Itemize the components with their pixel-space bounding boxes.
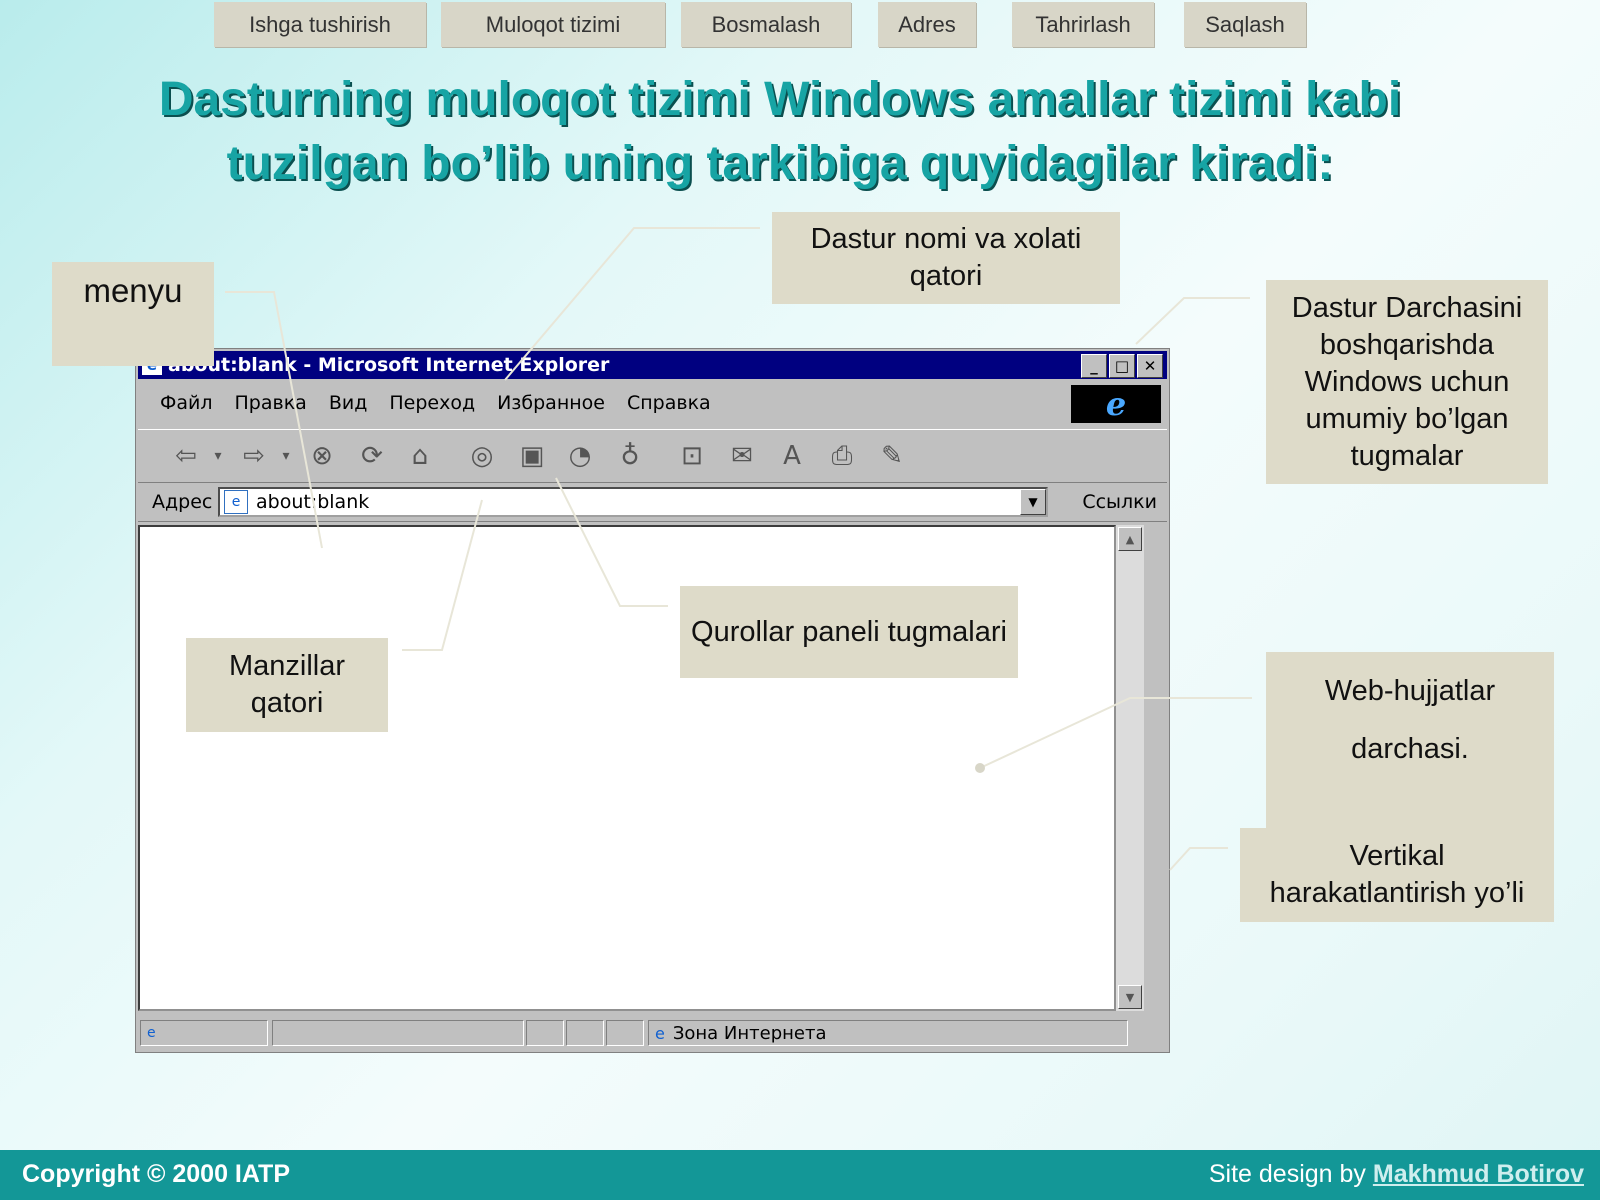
callout-address: Manzillar qatori (186, 638, 388, 732)
ie-status-icon: e (147, 1025, 156, 1041)
status-zone-text: Зона Интернета (672, 1022, 827, 1044)
nav-tahrirlash-button[interactable]: Tahrirlash (1012, 2, 1154, 47)
callout-web-docs: Web-hujjatlar darchasi. (1266, 652, 1554, 832)
menu-item-go[interactable]: Переход (389, 392, 475, 414)
callout-window-controls: Dastur Darchasini boshqarishda Windows u… (1266, 280, 1548, 484)
address-value: about:blank (256, 491, 370, 513)
callout-web-docs-line1: Web-hujjatlar (1324, 675, 1496, 707)
site-design-credit: Site design by Makhmud Botirov (1209, 1160, 1584, 1189)
menu-item-file[interactable]: Файл (160, 392, 213, 414)
browser-window-title: about:blank - Microsoft Internet Explore… (168, 354, 610, 376)
fullscreen-icon[interactable]: ⊡ (674, 438, 710, 474)
maximize-icon[interactable]: □ (1109, 354, 1135, 378)
close-icon[interactable]: ✕ (1137, 354, 1163, 378)
designer-link[interactable]: Makhmud Botirov (1373, 1160, 1584, 1188)
callout-menu: menyu (52, 262, 214, 366)
browser-toolbar: ⇦ ▾ ⇨ ▾ ⊗ ⟳ ⌂ ◎ ▣ ◔ ♁ ⊡ ✉ A ⎙ ✎ (138, 429, 1167, 483)
favorites-icon[interactable]: ▣ (514, 438, 550, 474)
refresh-icon[interactable]: ⟳ (354, 438, 390, 474)
menu-item-favorites[interactable]: Избранное (497, 392, 605, 414)
stop-icon[interactable]: ⊗ (304, 438, 340, 474)
address-label: Адрес (152, 491, 213, 513)
scroll-up-icon[interactable]: ▲ (1118, 527, 1142, 551)
callout-toolbar: Qurollar paneli tugmalari (680, 586, 1018, 678)
status-pane-icon: e (140, 1020, 268, 1046)
browser-menu-bar: Файл Правка Вид Переход Избранное Справк… (138, 382, 1167, 424)
forward-icon[interactable]: ⇨ (236, 438, 272, 474)
callout-title-bar: Dastur nomi va xolati qatori (772, 212, 1120, 304)
mail-icon[interactable]: ✉ (724, 438, 760, 474)
status-pane-zone: e Зона Интернета (648, 1020, 1128, 1046)
nav-adres-button[interactable]: Adres (878, 2, 976, 47)
menu-item-view[interactable]: Вид (329, 392, 368, 414)
nav-muloqot-tizimi-button[interactable]: Muloqot tizimi (441, 2, 665, 47)
design-prefix: Site design by (1208, 1160, 1373, 1188)
font-icon[interactable]: A (774, 438, 810, 474)
nav-bosmalash-button[interactable]: Bosmalash (681, 2, 851, 47)
status-pane-1 (526, 1020, 564, 1046)
scroll-down-icon[interactable]: ▼ (1118, 985, 1142, 1009)
status-pane-text (272, 1020, 524, 1046)
copyright-text: Copyright © 2000 IATP (22, 1160, 291, 1188)
callout-scrollbar: Vertikal harakatlantirish yo’li (1240, 828, 1554, 922)
search-icon[interactable]: ◎ (464, 438, 500, 474)
status-bar: e e Зона Интернета (138, 1016, 1167, 1050)
nav-ishga-tushirish-button[interactable]: Ishga tushirish (214, 2, 426, 47)
slide-title-line1: Dasturning muloqot tizimi Windows amalla… (158, 73, 1402, 126)
minimize-icon[interactable]: _ (1081, 354, 1107, 378)
slide-title-line2: tuzilgan bo’lib uning tarkibiga quyidagi… (226, 137, 1334, 190)
forward-dropdown-icon[interactable]: ▾ (268, 438, 304, 474)
menu-item-help[interactable]: Справка (627, 392, 711, 414)
channels-icon[interactable]: ♁ (612, 438, 648, 474)
internet-zone-icon: e (655, 1023, 665, 1043)
page-icon: e (224, 490, 248, 514)
connector-window-controls (1135, 297, 1250, 345)
print-icon[interactable]: ⎙ (824, 438, 860, 474)
address-dropdown-icon[interactable]: ▼ (1020, 489, 1046, 515)
browser-title-bar: e about:blank - Microsoft Internet Explo… (138, 351, 1167, 379)
address-input[interactable]: e about:blank ▼ (218, 487, 1048, 517)
status-pane-2 (566, 1020, 604, 1046)
menu-item-edit[interactable]: Правка (235, 392, 307, 414)
address-bar: Адрес e about:blank ▼ Ссылки (138, 483, 1167, 522)
home-icon[interactable]: ⌂ (402, 438, 438, 474)
links-button[interactable]: Ссылки (1082, 491, 1157, 513)
connector-scrollbar (1169, 847, 1228, 871)
callout-web-docs-line2: darchasi. (1351, 733, 1469, 765)
back-icon[interactable]: ⇦ (168, 438, 204, 474)
edit-icon[interactable]: ✎ (874, 438, 910, 474)
footer: Copyright © 2000 IATP Site design by Mak… (0, 1150, 1600, 1200)
back-dropdown-icon[interactable]: ▾ (200, 438, 236, 474)
ie-logo: e (1071, 385, 1161, 423)
vertical-scrollbar[interactable]: ▲ ▼ (1116, 525, 1144, 1011)
nav-saqlash-button[interactable]: Saqlash (1184, 2, 1306, 47)
ie-logo-icon: e (1105, 385, 1127, 423)
slide-title: Dasturning muloqot tizimi Windows amalla… (80, 68, 1480, 196)
status-pane-3 (606, 1020, 644, 1046)
history-icon[interactable]: ◔ (562, 438, 598, 474)
